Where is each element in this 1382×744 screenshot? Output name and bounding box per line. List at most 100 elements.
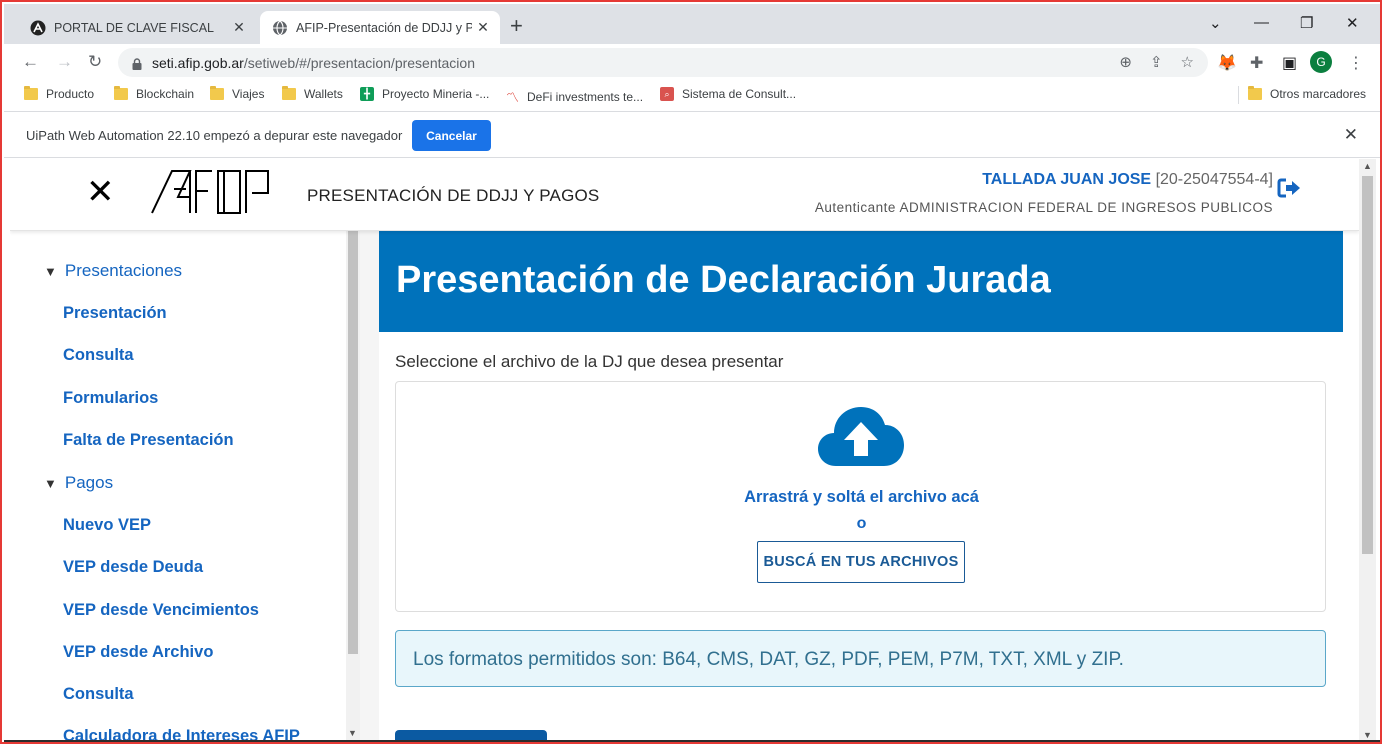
sheets-icon: ╋: [360, 87, 374, 101]
tab-strip: PORTAL DE CLAVE FISCAL ✕ AFIP-Presentaci…: [4, 4, 1380, 44]
bookmark-sistema-consulta[interactable]: ⌕ Sistema de Consult...: [660, 87, 796, 101]
afip-favicon-icon: [30, 20, 46, 36]
scrollbar-thumb[interactable]: [348, 231, 358, 654]
file-dropzone[interactable]: Arrastrá y soltá el archivo acá o BUSCÁ …: [395, 381, 1326, 612]
menu-kebab-icon[interactable]: ⋮: [1348, 53, 1364, 73]
cloud-upload-icon: [816, 404, 906, 473]
forward-icon[interactable]: →: [56, 52, 73, 72]
back-icon[interactable]: ←: [22, 52, 39, 72]
bookmark-label: Otros marcadores: [1270, 87, 1367, 101]
share-icon[interactable]: ⇪: [1150, 53, 1163, 71]
bookmark-defi[interactable]: 〽 DeFi investments te...: [506, 87, 643, 106]
minimize-icon[interactable]: —: [1254, 14, 1269, 31]
metamask-icon[interactable]: 🦊: [1217, 53, 1237, 73]
chevron-down-icon: ▼: [44, 263, 57, 279]
extensions-puzzle-icon[interactable]: ✚: [1250, 53, 1263, 73]
web-page: ✕ PRESENTACIÓN DE DDJJ Y PAGOS TALLADA J…: [10, 159, 1359, 742]
reload-icon[interactable]: ↻: [88, 52, 102, 72]
sidebar-item-falta-presentacion[interactable]: Falta de Presentación: [63, 431, 234, 450]
close-window-icon[interactable]: ✕: [1346, 14, 1359, 32]
browser-window: PORTAL DE CLAVE FISCAL ✕ AFIP-Presentaci…: [0, 0, 1382, 744]
profile-avatar[interactable]: G: [1310, 51, 1332, 73]
bookmark-producto[interactable]: Producto: [24, 86, 94, 101]
page-title: Presentación de Declaración Jurada: [396, 259, 1051, 301]
bookmark-wallets[interactable]: Wallets: [282, 86, 343, 101]
page-scrollbar[interactable]: ▲ ▼: [1359, 159, 1376, 742]
bookmark-label: Sistema de Consult...: [682, 87, 797, 101]
bookmark-label: Blockchain: [136, 87, 195, 101]
chart-icon: 〽: [506, 90, 520, 105]
sidebar-item-consulta-pagos[interactable]: Consulta: [63, 685, 134, 704]
bookmark-star-icon[interactable]: ☆: [1181, 53, 1194, 71]
bookmark-viajes[interactable]: Viajes: [210, 86, 265, 101]
bookmark-label: Viajes: [232, 87, 265, 101]
infobar-message: UiPath Web Automation 22.10 empezó a dep…: [26, 128, 403, 143]
lock-icon: [132, 57, 142, 70]
page-banner: Presentación de Declaración Jurada: [379, 231, 1343, 332]
auth-label: Autenticante: [814, 200, 896, 215]
debugging-infobar: UiPath Web Automation 22.10 empezó a dep…: [4, 111, 1380, 158]
app-title: PRESENTACIÓN DE DDJJ Y PAGOS: [307, 186, 600, 205]
tab-afip-presentacion[interactable]: AFIP-Presentación de DDJJ y Pag ✕: [260, 11, 500, 44]
sidebar-item-vep-vencimientos[interactable]: VEP desde Vencimientos: [63, 601, 259, 620]
allowed-formats-alert: Los formatos permitidos son: B64, CMS, D…: [395, 630, 1326, 687]
bookmark-otros-marcadores[interactable]: Otros marcadores: [1248, 86, 1367, 101]
side-panel-icon[interactable]: ▣: [1282, 53, 1297, 73]
taskbar-edge: [4, 740, 1380, 742]
sidebar-item-presentacion[interactable]: Presentación: [63, 304, 167, 323]
globe-icon: [272, 20, 288, 36]
url-text: seti.afip.gob.ar/setiweb/#/presentacion/…: [152, 55, 475, 71]
chevron-down-icon: ▼: [44, 475, 57, 491]
content-gutter: [360, 231, 379, 742]
folder-icon: [282, 86, 296, 100]
browse-files-button[interactable]: BUSCÁ EN TUS ARCHIVOS: [757, 541, 965, 583]
tab-title: PORTAL DE CLAVE FISCAL: [54, 20, 215, 35]
cancel-button[interactable]: Cancelar: [412, 120, 491, 151]
sidebar-section-pagos[interactable]: ▼ Pagos: [44, 473, 113, 493]
close-tab-icon[interactable]: ✕: [228, 19, 250, 36]
sidebar-item-formularios[interactable]: Formularios: [63, 389, 158, 408]
formats-text: Los formatos permitidos son: B64, CMS, D…: [413, 649, 1124, 670]
address-bar[interactable]: seti.afip.gob.ar/setiweb/#/presentacion/…: [118, 48, 1208, 77]
restore-icon[interactable]: ❐: [1300, 14, 1313, 32]
omnibox-actions: ⊕ ⇪ ☆: [1119, 53, 1194, 71]
scroll-down-arrow-icon[interactable]: ▼: [1363, 730, 1372, 740]
sidebar-item-vep-deuda[interactable]: VEP desde Deuda: [63, 558, 203, 577]
zoom-icon[interactable]: ⊕: [1119, 53, 1132, 71]
url-path: /setiweb/#/presentacion/presentacion: [243, 54, 475, 71]
search-favicon-icon: ⌕: [660, 87, 674, 101]
file-select-instructions: Seleccione el archivo de la DJ que desea…: [395, 352, 784, 371]
sidebar-section-presentaciones[interactable]: ▼ Presentaciones: [44, 261, 182, 281]
sidebar-item-vep-archivo[interactable]: VEP desde Archivo: [63, 643, 213, 662]
user-info: TALLADA JUAN JOSE [20-25047554-4]: [982, 171, 1273, 189]
close-menu-icon[interactable]: ✕: [86, 175, 115, 209]
logout-icon[interactable]: [1277, 177, 1301, 204]
folder-icon: [114, 86, 128, 100]
sidebar-item-nuevo-vep[interactable]: Nuevo VEP: [63, 516, 151, 535]
sidebar-scrollbar[interactable]: ▼: [346, 231, 360, 742]
auth-org: ADMINISTRACION FEDERAL DE INGRESOS PUBLI…: [899, 200, 1273, 215]
scroll-down-arrow-icon[interactable]: ▼: [348, 728, 357, 738]
section-label: Presentaciones: [64, 261, 183, 280]
close-infobar-icon[interactable]: ✕: [1344, 125, 1358, 145]
bookmark-label: Proyecto Mineria -...: [382, 87, 490, 101]
scrollbar-thumb[interactable]: [1362, 176, 1373, 554]
drop-or-text: o: [856, 515, 867, 532]
scroll-up-arrow-icon[interactable]: ▲: [1363, 161, 1372, 171]
authenticator: Autenticante ADMINISTRACION FEDERAL DE I…: [815, 200, 1273, 215]
site-header: ✕ PRESENTACIÓN DE DDJJ Y PAGOS TALLADA J…: [10, 159, 1359, 231]
sidebar-nav: ▼ Presentaciones Presentación Consulta Fo…: [10, 231, 346, 742]
user-cuit: [20-25047554-4]: [1155, 171, 1273, 188]
tab-portal-clave-fiscal[interactable]: PORTAL DE CLAVE FISCAL ✕: [18, 11, 256, 44]
tab-search-icon[interactable]: ⌄: [1209, 14, 1222, 32]
close-tab-icon[interactable]: ✕: [472, 19, 494, 36]
browser-toolbar: ← → ↻ seti.afip.gob.ar/setiweb/#/present…: [4, 44, 1380, 80]
bookmarks-bar: Producto Blockchain Viajes Wallets ╋ Proy…: [4, 80, 1380, 110]
drop-instruction: Arrastrá y soltá el archivo acá: [744, 488, 979, 506]
sidebar-item-consulta[interactable]: Consulta: [63, 346, 134, 365]
folder-icon: [24, 86, 38, 100]
bookmark-proyecto-mineria[interactable]: ╋ Proyecto Mineria -...: [360, 87, 489, 101]
bookmark-blockchain[interactable]: Blockchain: [114, 86, 195, 101]
section-label: Pagos: [64, 473, 114, 492]
new-tab-button[interactable]: +: [510, 15, 523, 37]
